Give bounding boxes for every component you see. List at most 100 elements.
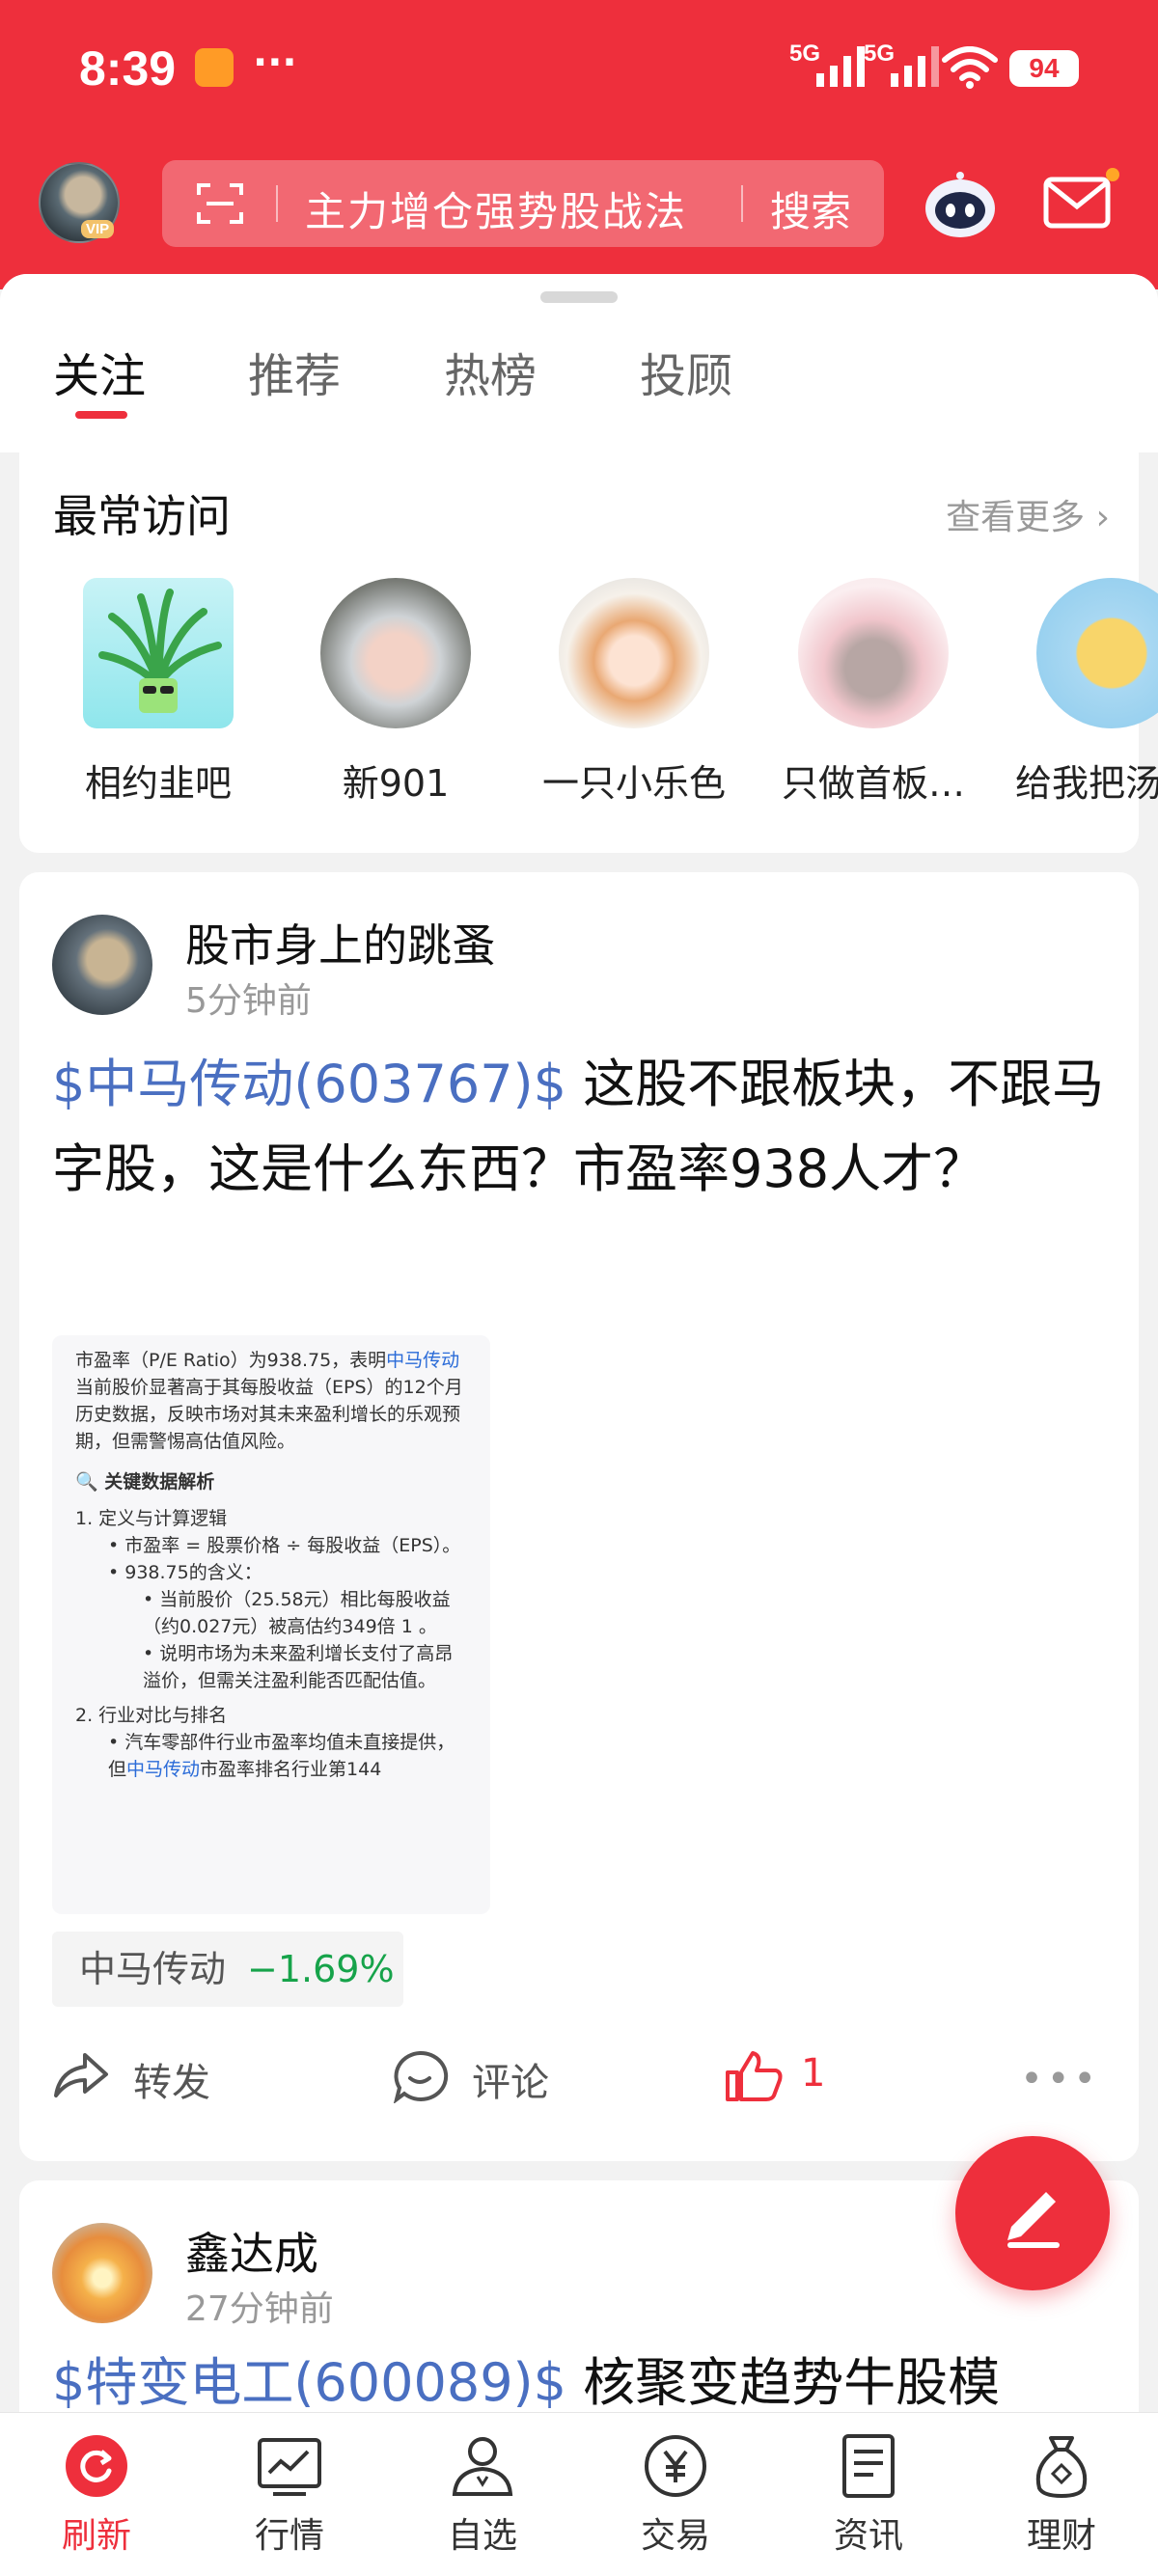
post-image[interactable]: 市盈率（P/E Ratio）为938.75，表明中马传动当前股价显著高于其每股收…: [52, 1335, 490, 1914]
nav-watchlist[interactable]: 自选: [386, 2432, 579, 2558]
frequent-item[interactable]: 只做首板…: [777, 578, 970, 807]
refresh-icon: [63, 2432, 130, 2500]
frequent-name: 只做首板…: [781, 762, 965, 805]
moneybag-icon: [1028, 2432, 1095, 2500]
frequent-name: 新901: [342, 762, 450, 805]
frequent-visits-card: 最常访问 查看更多 › 相约韭吧 新901 一只小乐色 只做首板… 给我把汤: [19, 452, 1158, 853]
shot-heading: 🔍 关键数据解析: [75, 1471, 215, 1493]
shot-text: 市盈率（P/E Ratio）为938.75，表明: [75, 1350, 387, 1371]
shot-line: • 当前股价（25.58元）相比每股收益（约0.027元）被高估约349倍 1 …: [143, 1589, 451, 1637]
share-icon: [54, 2053, 108, 2097]
status-bar: 8:39 ··· 5G 5G 94: [0, 0, 1158, 140]
frequent-item[interactable]: 给我把汤: [1015, 578, 1158, 807]
post-body[interactable]: $中马传动(603767)$ 这股不跟板块，不跟马字股，这是什么东西？市盈率93…: [52, 1042, 1114, 1212]
battery-indicator: 94: [1009, 50, 1079, 87]
nav-trade[interactable]: 交易: [579, 2432, 772, 2558]
scan-icon[interactable]: [197, 181, 243, 226]
bottom-nav: 刷新 行情 自选 交易 资讯 理财: [0, 2412, 1158, 2576]
stock-link[interactable]: $特变电工(600089)$: [52, 2352, 566, 2413]
shot-heading: 2. 行业对比与排名: [75, 1705, 228, 1726]
shot-paragraph: 市盈率（P/E Ratio）为938.75，表明中马传动当前股价显著高于其每股收…: [75, 1347, 467, 1455]
more-options-icon[interactable]: •••: [1020, 2057, 1100, 2101]
shot-line: • 市盈率 = 股票价格 ÷ 每股收益（EPS）。: [108, 1535, 461, 1556]
frequent-name: 一只小乐色: [541, 762, 726, 805]
tab-follow[interactable]: 关注: [53, 338, 146, 405]
frequent-avatar: [798, 578, 949, 728]
nav-label: 行情: [254, 2516, 324, 2556]
signal-5g-icon-2: 5G: [864, 41, 951, 89]
frequent-name: 给我把汤: [1015, 762, 1158, 805]
author-name[interactable]: 股市身上的跳蚤: [185, 911, 496, 974]
yen-icon: [642, 2432, 709, 2500]
nav-label: 理财: [1026, 2516, 1096, 2556]
tab-advisor[interactable]: 投顾: [640, 338, 732, 405]
search-bar[interactable]: 主力增仓强势股战法 搜索: [162, 160, 884, 247]
tab-hot[interactable]: 热榜: [444, 338, 537, 405]
pencil-icon: [1007, 2192, 1060, 2248]
stock-chip[interactable]: 中马传动 −1.69%: [52, 1932, 403, 2007]
frequent-avatar: [83, 578, 234, 728]
search-hint[interactable]: 主力增仓强势股战法: [305, 179, 687, 238]
shot-text: 市盈率排名行业第144: [200, 1759, 382, 1780]
person-icon: [449, 2432, 516, 2500]
search-button[interactable]: 搜索: [770, 179, 851, 238]
drag-handle[interactable]: [540, 291, 618, 303]
comment-button[interactable]: 评论: [391, 2047, 584, 2105]
thumbs-up-icon: [726, 2051, 783, 2101]
post-body[interactable]: $特变电工(600089)$ 核聚变趋势牛股模: [52, 2341, 1114, 2416]
post-time: 27分钟前: [185, 2289, 334, 2329]
shot-text: 当前股价显著高于其每股收益（EPS）的12个月历史数据，反映市场对其未来盈利增长…: [75, 1377, 463, 1452]
tab-recommend[interactable]: 推荐: [248, 338, 341, 405]
frequent-avatar: [1036, 578, 1158, 728]
nav-label: 交易: [640, 2516, 710, 2556]
section-title: 最常访问: [53, 490, 231, 542]
nav-label: 刷新: [61, 2516, 131, 2556]
search-divider-2: [741, 185, 743, 222]
frequent-item[interactable]: 一只小乐色: [538, 578, 731, 807]
shot-link: 中马传动: [126, 1759, 201, 1780]
frequent-item[interactable]: 相约韭吧: [62, 578, 255, 807]
nav-market[interactable]: 行情: [193, 2432, 386, 2558]
app-header: 8:39 ··· 5G 5G 94 VIP 主力增仓强势股战法 搜索: [0, 0, 1158, 289]
frequent-item[interactable]: 新901: [299, 578, 492, 807]
chart-icon: [256, 2432, 323, 2500]
like-count: 1: [801, 2051, 826, 2096]
shot-line: • 说明市场为未来盈利增长支付了高昂溢价，但需关注盈利能否匹配估值。: [143, 1643, 454, 1691]
more-notifications-icon: ···: [253, 41, 297, 85]
nav-label: 自选: [447, 2516, 517, 2556]
shot-heading: 1. 定义与计算逻辑: [75, 1508, 228, 1529]
compose-button[interactable]: [955, 2136, 1110, 2290]
robot-assistant-icon[interactable]: [922, 170, 999, 239]
frequent-avatar: [559, 578, 709, 728]
frequent-name: 相约韭吧: [84, 762, 232, 805]
comment-label: 评论: [472, 2061, 549, 2105]
nav-refresh[interactable]: 刷新: [0, 2432, 193, 2558]
view-more-link[interactable]: 查看更多 ›: [946, 489, 1110, 539]
search-divider: [276, 185, 278, 222]
post-card[interactable]: 股市身上的跳蚤 5分钟前 $中马传动(603767)$ 这股不跟板块，不跟马字股…: [19, 872, 1139, 2161]
share-button[interactable]: 转发: [52, 2047, 245, 2105]
mail-icon[interactable]: [1042, 174, 1112, 232]
author-avatar[interactable]: [52, 915, 152, 1015]
author-avatar[interactable]: [52, 2223, 152, 2323]
document-icon: [835, 2432, 902, 2500]
comment-icon: [393, 2050, 449, 2103]
stock-link[interactable]: $中马传动(603767)$: [52, 1054, 566, 1114]
chip-change: −1.69%: [247, 1948, 395, 1990]
nav-wealth[interactable]: 理财: [965, 2432, 1158, 2558]
share-label: 转发: [133, 2061, 210, 2105]
vip-badge: VIP: [81, 220, 115, 238]
active-tab-indicator: [75, 411, 127, 419]
shot-link: 中马传动: [386, 1350, 460, 1371]
shot-line: • 汽车零部件行业市盈率均值未直接提供，但中马传动市盈率排名行业第144: [75, 1729, 467, 1783]
post-time: 5分钟前: [185, 981, 312, 1021]
status-time: 8:39: [79, 41, 177, 96]
nav-news[interactable]: 资讯: [772, 2432, 965, 2558]
shot-line: • 938.75的含义：: [108, 1562, 262, 1583]
wifi-icon: [942, 46, 998, 89]
unread-dot: [1106, 168, 1119, 181]
view-more-label: 查看更多: [946, 498, 1086, 537]
like-button[interactable]: 1: [724, 2047, 840, 2105]
author-name[interactable]: 鑫达成: [185, 2219, 318, 2283]
post-text: 核聚变趋势牛股模: [566, 2352, 1001, 2413]
